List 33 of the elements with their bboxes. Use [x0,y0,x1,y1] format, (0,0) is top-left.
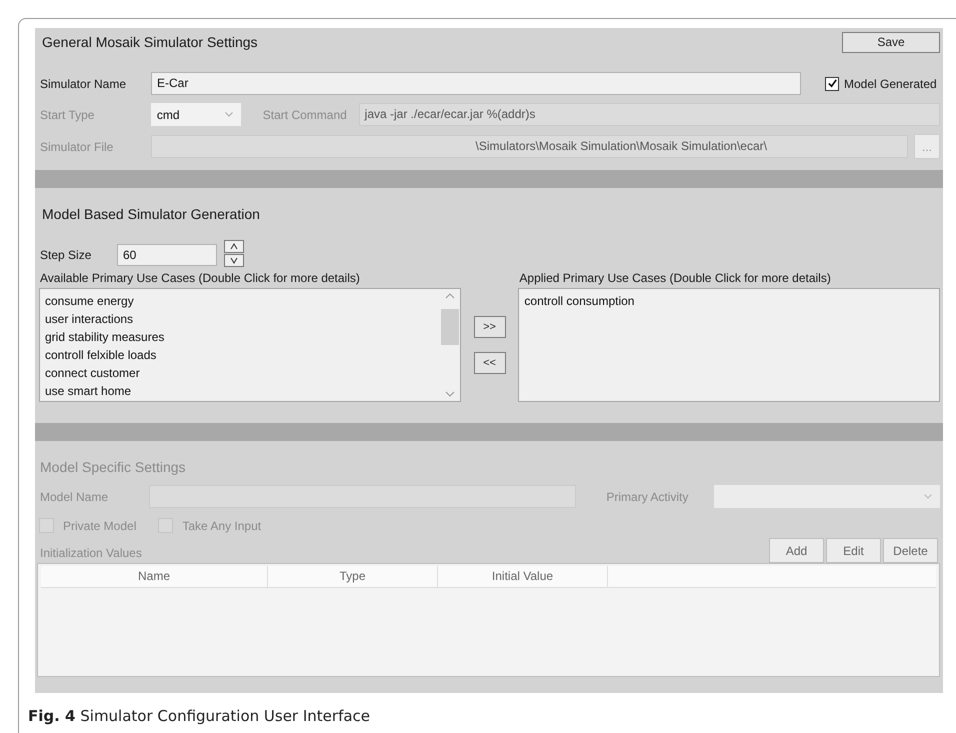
figure-caption: Fig. 4 Simulator Configuration User Interface [28,707,372,725]
field-label: Step Size [39,248,92,262]
checkbox-label: Private Model [63,518,136,532]
checkbox[interactable] [825,76,839,90]
section-title: Model Specific Settings [39,458,187,475]
field-label: Model Name [39,490,110,504]
list-label: Applied Primary Use Cases (Double Click for more details) [518,271,832,287]
table-label: Initialization Values [39,546,142,562]
chevron-down-icon [224,112,233,117]
checkbox-label: Take Any Input [182,518,262,532]
list-item[interactable]: use smart home [45,382,164,400]
name-field[interactable]: E-Car [151,72,801,95]
field-label: Start Command [262,108,348,122]
list-item[interactable]: connect customer [45,364,164,382]
section-title: Model Based Simulator Generation [41,205,261,222]
list-item[interactable]: consume energy [45,292,164,310]
spinner-icon[interactable] [224,240,244,267]
field-label: Primary Activity [606,490,690,504]
field-label: Simulator Name [39,76,128,90]
checkbox-label: Model Generated [844,76,937,90]
field-label: Simulator File [39,140,114,154]
chevron-down-icon [924,494,932,499]
list-item[interactable]: controll consumption [524,292,634,310]
field-label: Start Type [39,108,96,122]
list-item[interactable]: grid stability measures [45,328,164,346]
step-size-field[interactable]: 60 [117,244,217,266]
section-title: General Mosaik Simulator Settings [41,34,258,50]
list-label: Available Primary Use Cases (Double Click for more details) [39,271,361,287]
remove-use-case-button[interactable]: << [474,352,506,374]
add-use-case-button[interactable]: >> [474,316,506,338]
list-item[interactable]: user interactions [45,310,164,328]
list-item[interactable]: controll felxible loads [45,346,164,364]
save-button[interactable]: Save [842,32,940,52]
